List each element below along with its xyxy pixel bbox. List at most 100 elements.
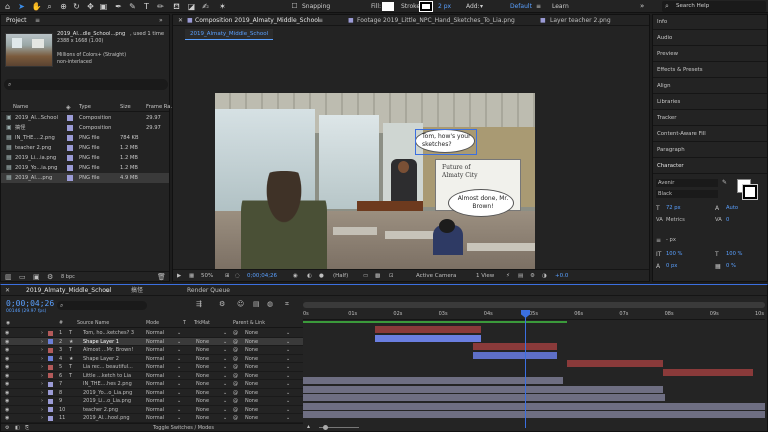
3d-view-icon[interactable]: ⊡	[389, 270, 394, 282]
project-tab[interactable]: Project	[6, 15, 27, 26]
expand-chevron-icon[interactable]: ›	[41, 380, 43, 389]
label-color-swatch[interactable]	[48, 415, 53, 421]
parent-dropdown[interactable]: None	[245, 329, 258, 338]
layer-row[interactable]: ◉ › 4 ★ Shape Layer 2 Normal ⌄ None ⌄ @ None ⌄	[1, 355, 303, 364]
panel-menu-icon[interactable]: ≡	[318, 15, 323, 26]
new-composition-icon[interactable]: ▣	[33, 273, 40, 281]
view-layout-dropdown[interactable]: 1 View	[476, 270, 494, 282]
horizontal-scale-value[interactable]: 100 %	[726, 251, 742, 257]
leading-value[interactable]: Auto	[726, 205, 738, 211]
dropdown-arrow-icon[interactable]: ⌄	[223, 338, 227, 347]
parent-dropdown[interactable]: None	[245, 346, 258, 355]
dropdown-arrow-icon[interactable]: ⌄	[223, 397, 227, 406]
flowchart-icon[interactable]: ⚙	[47, 273, 53, 281]
layer-row[interactable]: ◉ › 7 IN_THE....hes 2.png Normal ⌄ None ⌄ @ None ⌄	[1, 380, 303, 389]
reset-exposure-icon[interactable]: ◑	[542, 270, 547, 282]
parent-dropdown[interactable]: None	[245, 355, 258, 364]
pen-tool-icon-2[interactable]: ✎	[127, 1, 138, 12]
expand-chevron-icon[interactable]: ›	[41, 363, 43, 372]
pen-tool-icon[interactable]: ✒	[113, 1, 124, 12]
tsume-value[interactable]: 0 %	[726, 263, 736, 269]
eraser-tool-icon[interactable]: ◪	[186, 1, 197, 12]
expand-chevron-icon[interactable]: ›	[41, 389, 43, 398]
layer-name[interactable]: Shape Layer 1	[83, 338, 143, 347]
dropdown-arrow-icon[interactable]: ⌄	[177, 414, 181, 423]
layer-duration-bar[interactable]	[663, 368, 753, 376]
layer-name[interactable]: 2019_Li...o_Lia.png	[83, 397, 143, 406]
workspace-learn[interactable]: Learn	[552, 2, 569, 11]
dropdown-arrow-icon[interactable]: ⌄	[286, 338, 290, 347]
grid-icon[interactable]: ⊞	[225, 270, 230, 282]
tracking-value[interactable]: 0	[726, 217, 729, 223]
trkmat-dropdown[interactable]: None	[196, 372, 209, 381]
pan-behind-tool-icon[interactable]: ✥	[85, 1, 96, 12]
dropdown-arrow-icon[interactable]: ⌄	[223, 380, 227, 389]
playhead-line[interactable]	[525, 310, 526, 428]
panel-item-libraries[interactable]: Libraries	[657, 97, 680, 107]
trkmat-dropdown[interactable]: None	[196, 338, 209, 347]
flowchart-icon[interactable]: ⚙	[530, 270, 535, 282]
zoom-out-icon[interactable]: ▴	[307, 423, 310, 430]
dropdown-arrow-icon[interactable]: ⌄	[286, 380, 290, 389]
pickwhip-icon[interactable]: @	[233, 363, 238, 372]
blend-mode-dropdown[interactable]: Normal	[146, 329, 164, 338]
expand-icon[interactable]: »	[640, 2, 644, 11]
visibility-eye-icon[interactable]: ◉	[5, 406, 9, 415]
blend-mode-dropdown[interactable]: Normal	[146, 380, 164, 389]
expand-chevron-icon[interactable]: ›	[41, 372, 43, 381]
blend-mode-dropdown[interactable]: Normal	[146, 414, 164, 423]
visibility-eye-icon[interactable]: ◉	[5, 389, 9, 398]
panel-item-preview[interactable]: Preview	[657, 49, 678, 59]
label-color-swatch[interactable]	[48, 390, 53, 395]
kerning-value[interactable]: Metrics	[666, 217, 685, 223]
blend-mode-dropdown[interactable]: Normal	[146, 372, 164, 381]
pickwhip-icon[interactable]: @	[233, 372, 238, 381]
dropdown-arrow-icon[interactable]: ⌄	[286, 372, 290, 381]
always-preview-icon[interactable]: ▶	[177, 270, 181, 282]
expand-icon[interactable]: »	[159, 15, 163, 26]
layer-row[interactable]: ◉ › 5 T Lia rec... beautiful... Normal ⌄ None ⌄ @…	[1, 363, 303, 372]
dropdown-arrow-icon[interactable]: ⌄	[223, 355, 227, 364]
layer-row[interactable]: ◉ › 10 teacher 2.png Normal ⌄ None ⌄ @ None ⌄	[1, 406, 303, 415]
pickwhip-icon[interactable]: @	[233, 329, 238, 338]
transparency-grid-icon[interactable]: ▩	[375, 270, 380, 282]
trkmat-dropdown[interactable]: None	[196, 380, 209, 389]
selection-tool-icon[interactable]: ➤	[16, 1, 27, 12]
blend-mode-dropdown[interactable]: Normal	[146, 363, 164, 372]
timeline-tab-main[interactable]: 2019_Almaty_Middle_School	[26, 285, 111, 296]
layer-duration-bar[interactable]	[303, 411, 765, 418]
project-row[interactable]: ▦ 2019_Yo...ia.png PNG file 1.2 MB	[1, 163, 169, 173]
puppet-tool-icon[interactable]: ✶	[217, 1, 228, 12]
label-color-swatch[interactable]	[67, 175, 73, 181]
pickwhip-icon[interactable]: @	[233, 355, 238, 364]
in-out-icon[interactable]: ⎘	[25, 424, 29, 432]
label-color-swatch[interactable]	[48, 347, 53, 353]
composition-sub-tab[interactable]: 2019_Almaty_Middle_School	[185, 29, 274, 40]
timeline-tab-second[interactable]: 搞怪	[131, 285, 143, 296]
zoom-slider-handle[interactable]	[323, 425, 328, 430]
parent-dropdown[interactable]: None	[245, 389, 258, 398]
search-help-field[interactable]: ⌕ Search Help	[662, 1, 766, 12]
blend-mode-dropdown[interactable]: Normal	[146, 406, 164, 415]
pickwhip-icon[interactable]: @	[233, 346, 238, 355]
label-color-swatch[interactable]	[67, 145, 73, 151]
dropdown-arrow-icon[interactable]: ⌄	[286, 397, 290, 406]
blend-mode-dropdown[interactable]: Normal	[146, 338, 164, 347]
region-icon[interactable]: ▭	[363, 270, 368, 282]
show-snapshot-icon[interactable]: ◐	[307, 270, 312, 282]
dropdown-arrow-icon[interactable]: ⌄	[223, 406, 227, 415]
layer-name[interactable]: 2019_Al...hool.png	[83, 414, 143, 423]
interpret-footage-icon[interactable]: ▥	[5, 273, 12, 281]
project-row[interactable]: ▦ 2019_Li...ia.png PNG file 1.2 MB	[1, 153, 169, 163]
dropdown-arrow-icon[interactable]: ⌄	[286, 363, 290, 372]
panel-item-paragraph[interactable]: Paragraph	[657, 145, 685, 155]
layer-name[interactable]: Shape Layer 2	[83, 355, 143, 364]
add-label[interactable]: Add:	[466, 2, 480, 11]
panel-item-content-aware-fill[interactable]: Content-Aware Fill	[657, 129, 706, 139]
layer-duration-bar[interactable]	[375, 334, 481, 342]
baseline-shift-value[interactable]: 0 px	[666, 263, 677, 269]
parent-dropdown[interactable]: None	[245, 380, 258, 389]
label-color-swatch[interactable]	[48, 407, 53, 412]
header-source[interactable]: Source Name	[77, 320, 109, 328]
font-size-value[interactable]: 72 px	[666, 205, 681, 211]
